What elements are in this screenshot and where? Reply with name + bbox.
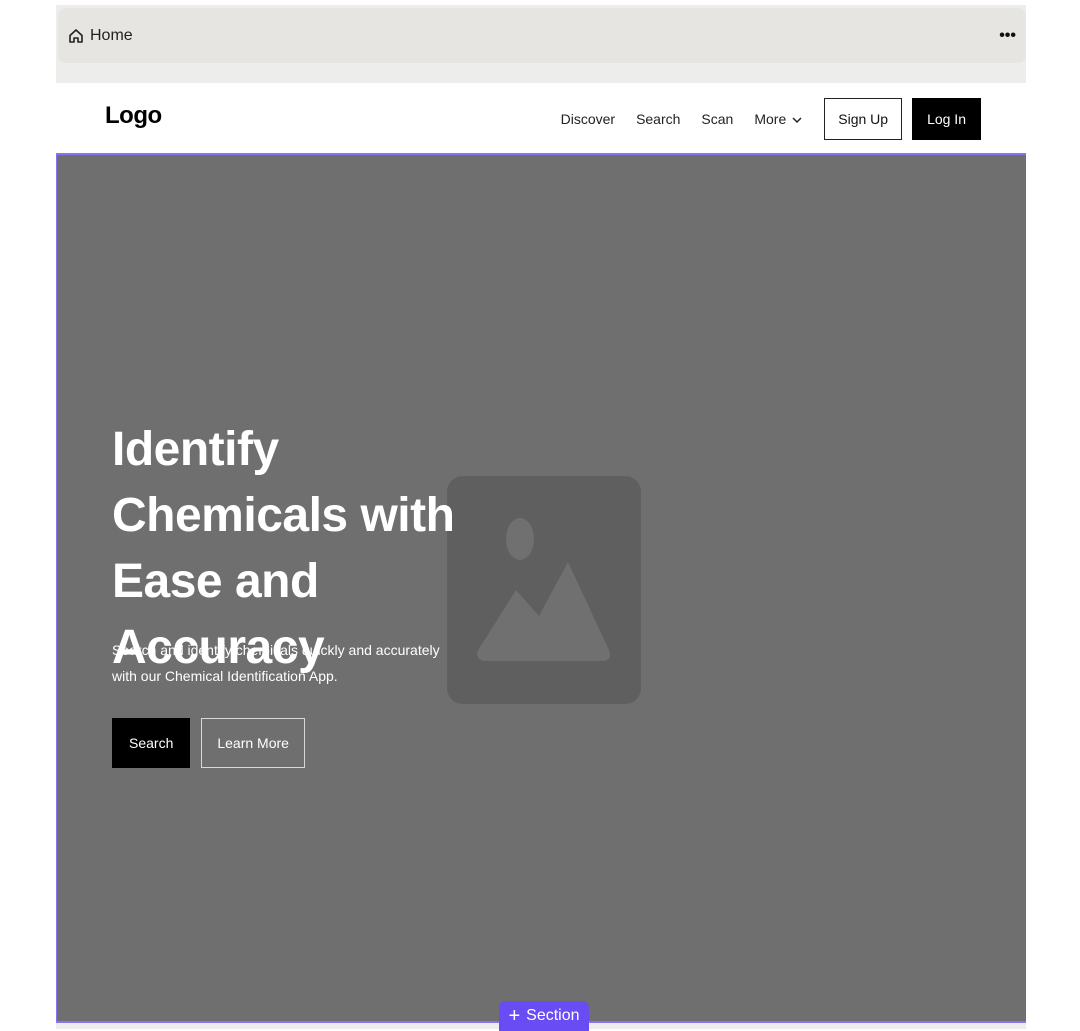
plus-icon: + [508, 1005, 521, 1027]
log-in-button[interactable]: Log In [912, 98, 981, 140]
hero-section[interactable]: Identify Chemicals with Ease and Accurac… [56, 153, 1026, 1023]
nav-link-search[interactable]: Search [636, 111, 680, 127]
nav-link-more[interactable]: More [754, 111, 802, 127]
add-section-label: Section [526, 1007, 580, 1024]
learn-more-button[interactable]: Learn More [201, 718, 305, 768]
chevron-down-icon [792, 111, 802, 127]
search-button[interactable]: Search [112, 718, 191, 768]
home-icon [68, 28, 84, 44]
breadcrumb-bar: Home ••• [58, 8, 1026, 63]
nav-link-more-label: More [754, 111, 787, 127]
add-section-button[interactable]: + Section [499, 1001, 589, 1031]
nav-link-scan[interactable]: Scan [701, 111, 733, 127]
breadcrumb-home-label: Home [90, 26, 133, 44]
image-placeholder-icon [447, 476, 641, 704]
more-horizontal-icon[interactable]: ••• [999, 27, 1016, 45]
hero-subtitle: Search and identify chemicals quickly an… [112, 642, 440, 684]
breadcrumb-home[interactable]: Home [68, 27, 133, 45]
hero-actions: Search Learn More [112, 718, 305, 768]
site-navbar: Logo Discover Search Scan More Sign Up L… [56, 83, 1026, 153]
nav-link-discover[interactable]: Discover [561, 111, 615, 127]
nav-links: Discover Search Scan More Sign Up Log In [561, 98, 981, 140]
site-logo[interactable]: Logo [105, 102, 162, 130]
sign-up-button[interactable]: Sign Up [824, 98, 903, 140]
